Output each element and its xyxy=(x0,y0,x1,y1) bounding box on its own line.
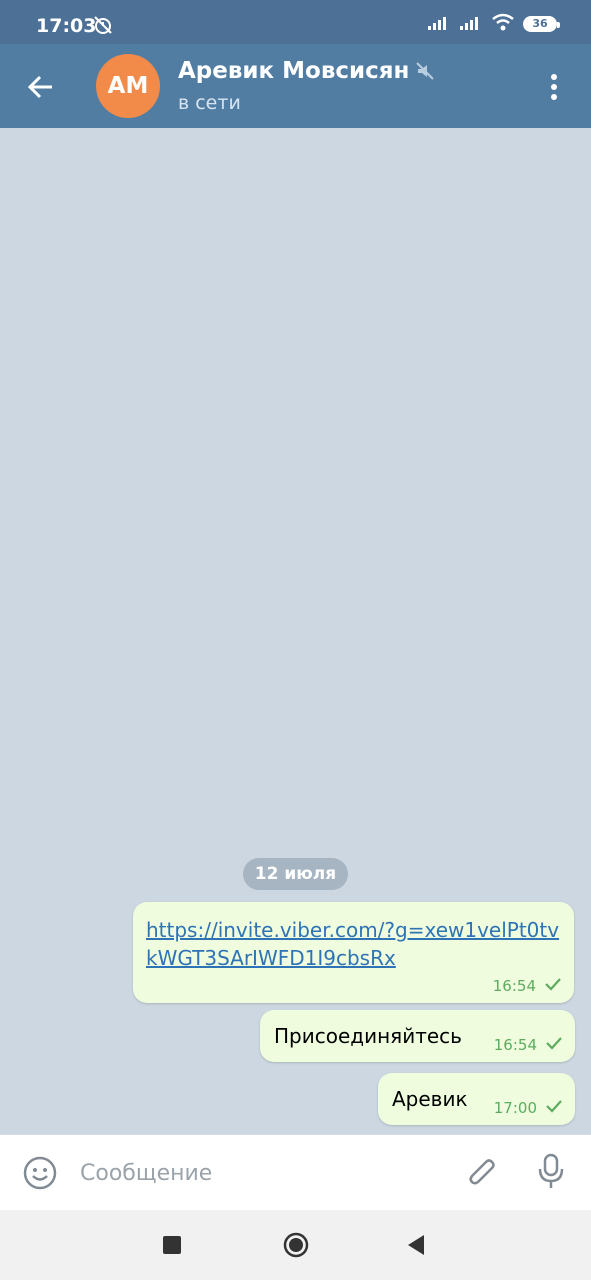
message-time: 16:54 xyxy=(493,1036,537,1054)
message-time: 17:00 xyxy=(493,1099,537,1117)
chat-header: AM Аревик Мовсисян в сети xyxy=(0,44,591,128)
message-meta: 16:54 xyxy=(493,977,562,995)
alarm-off-icon xyxy=(92,14,114,40)
mute-icon xyxy=(416,62,434,84)
back-triangle-icon[interactable] xyxy=(406,1234,426,1260)
signal-icon xyxy=(459,13,483,35)
message-bubble[interactable]: Присоединяйтесь 16:54 xyxy=(260,1010,575,1062)
check-icon xyxy=(544,977,562,995)
message-meta: 16:54 xyxy=(494,1036,563,1054)
message-bubble[interactable]: Аревик 17:00 xyxy=(378,1073,575,1125)
signal-icon xyxy=(427,13,451,35)
message-text: Аревик xyxy=(392,1087,468,1111)
status-time: 17:03 xyxy=(36,15,97,37)
avatar[interactable]: AM xyxy=(96,54,160,118)
date-separator: 12 июля xyxy=(243,858,348,890)
message-time: 16:54 xyxy=(492,977,536,995)
battery-icon: 36 xyxy=(523,16,560,32)
message-text: Присоединяйтесь xyxy=(274,1024,462,1048)
wifi-icon xyxy=(491,13,515,35)
status-bar: 17:03 36 xyxy=(0,0,591,44)
contact-status: в сети xyxy=(178,92,241,114)
contact-name[interactable]: Аревик Мовсисян xyxy=(178,58,409,84)
check-icon xyxy=(545,1099,563,1117)
system-nav-bar xyxy=(0,1210,591,1280)
back-arrow-icon[interactable] xyxy=(26,72,56,102)
recent-apps-icon[interactable] xyxy=(163,1236,181,1254)
attach-icon[interactable] xyxy=(466,1155,500,1195)
message-composer xyxy=(0,1134,591,1211)
message-meta: 17:00 xyxy=(494,1099,563,1117)
message-bubble[interactable]: https://invite.viber.com/?g=xew1velPt0tv… xyxy=(133,902,574,1003)
home-icon[interactable] xyxy=(283,1232,309,1262)
message-link[interactable]: https://invite.viber.com/?g=xew1velPt0tv… xyxy=(146,916,564,972)
chat-area: 12 июля https://invite.viber.com/?g=xew1… xyxy=(0,128,591,1134)
check-icon xyxy=(545,1036,563,1054)
message-input[interactable] xyxy=(78,1153,442,1193)
microphone-icon[interactable] xyxy=(536,1153,566,1195)
emoji-icon[interactable] xyxy=(22,1155,58,1195)
more-options-icon[interactable] xyxy=(543,72,565,102)
